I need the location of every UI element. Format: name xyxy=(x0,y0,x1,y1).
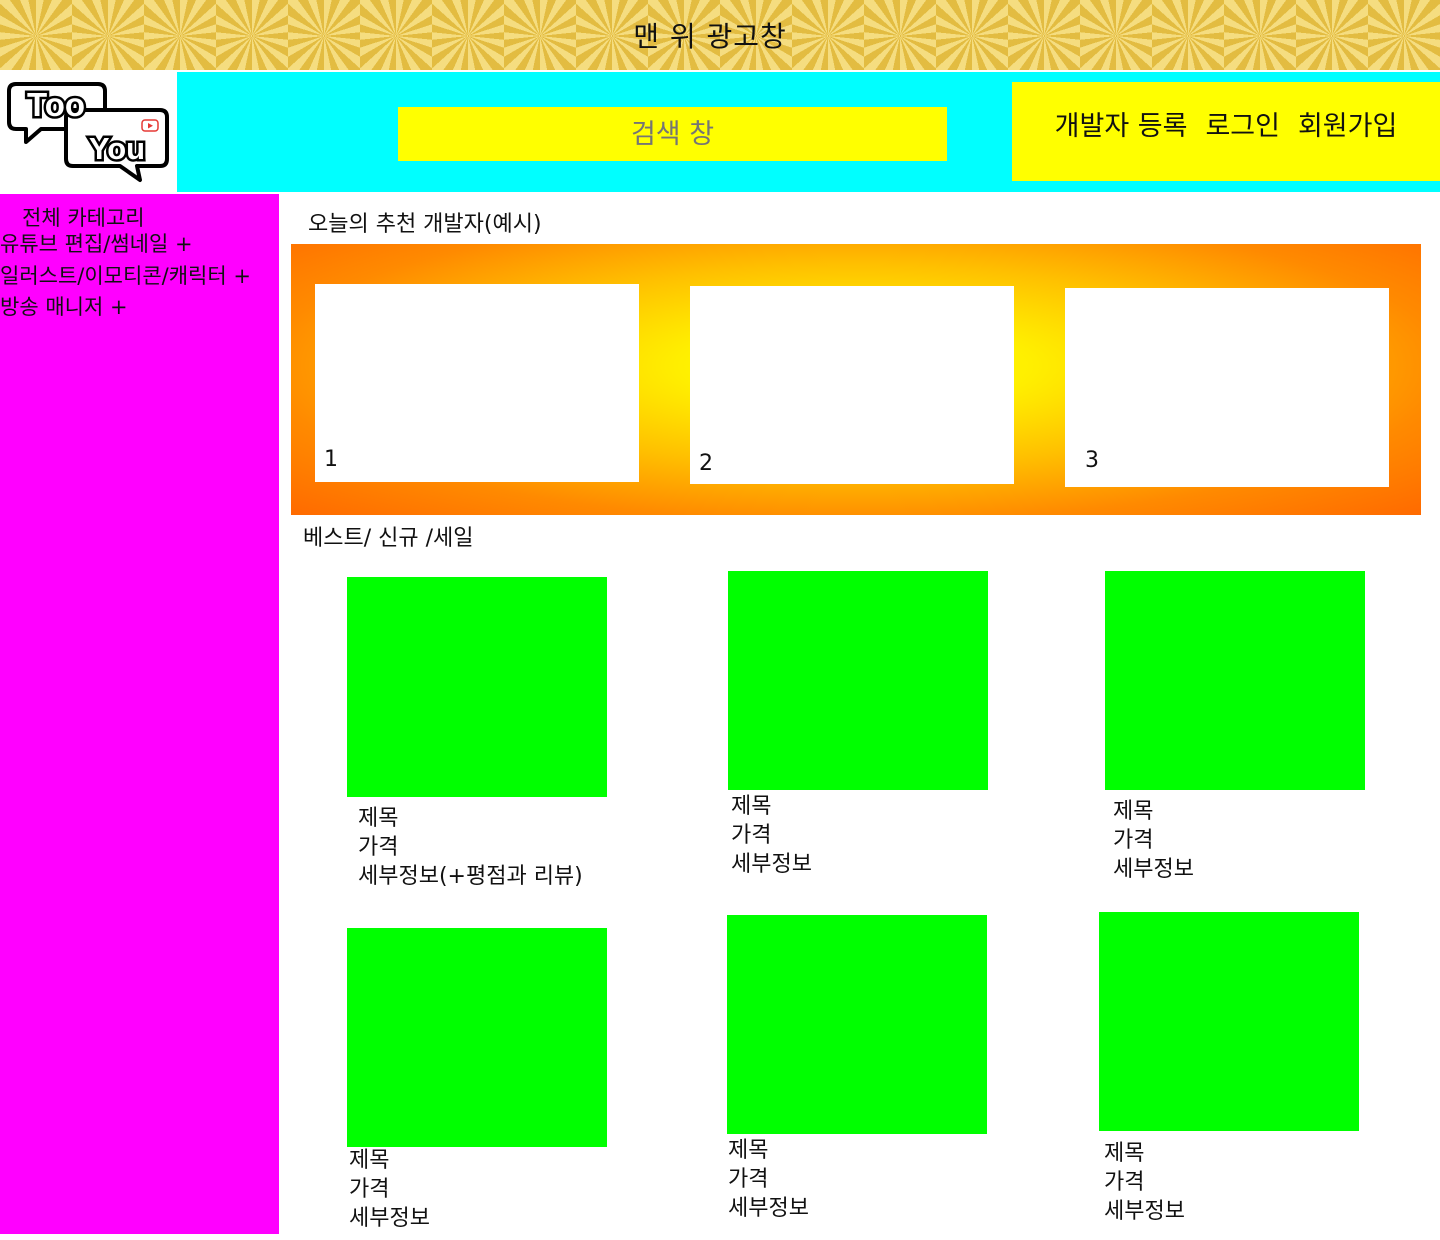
reco-card-1[interactable]: 1 xyxy=(315,284,639,482)
product-info-2: 제목 가격 세부정보 xyxy=(731,792,812,879)
product-detail: 세부정보 xyxy=(1104,1199,1185,1224)
product-detail: 세부정보 xyxy=(731,852,812,877)
product-image-2[interactable] xyxy=(728,571,988,790)
product-title[interactable]: 제목 xyxy=(349,1146,430,1175)
sidebar-item-broadcast-manager[interactable]: 방송 매니저 + xyxy=(0,291,128,321)
logo-text-too: Too xyxy=(27,86,85,123)
product-price: 가격 xyxy=(349,1177,390,1202)
sidebar-item-illustration[interactable]: 일러스트/이모티콘/캐릭터 + xyxy=(0,260,251,290)
search-input[interactable] xyxy=(398,107,947,161)
product-image-4[interactable] xyxy=(347,928,607,1147)
product-title[interactable]: 제목 xyxy=(358,804,583,833)
speech-bubbles-logo-icon: Too You xyxy=(7,82,169,182)
product-title[interactable]: 제목 xyxy=(728,1136,809,1165)
sidebar-item-youtube-edit[interactable]: 유튜브 편집/썸네일 + xyxy=(0,228,193,258)
best-section-title: 베스트/ 신규 /세일 xyxy=(303,526,474,551)
reco-card-2[interactable]: 2 xyxy=(690,286,1014,484)
recommended-title: 오늘의 추천 개발자(예시) xyxy=(308,212,542,237)
product-title[interactable]: 제목 xyxy=(731,792,812,821)
product-detail: 세부정보(+평점과 리뷰) xyxy=(358,864,583,889)
product-price: 가격 xyxy=(1113,828,1154,853)
developer-register-link[interactable]: 개발자 등록 xyxy=(1055,104,1188,143)
product-info-1: 제목 가격 세부정보(+평점과 리뷰) xyxy=(358,804,583,891)
product-detail: 세부정보 xyxy=(349,1206,430,1231)
reco-card-number: 2 xyxy=(699,451,713,476)
product-info-5: 제목 가격 세부정보 xyxy=(728,1136,809,1223)
product-price: 가격 xyxy=(358,835,399,860)
top-ad-banner[interactable]: 맨 위 광고창 xyxy=(0,0,1440,70)
product-price: 가격 xyxy=(728,1167,769,1192)
product-image-1[interactable] xyxy=(347,577,607,797)
product-title[interactable]: 제목 xyxy=(1104,1139,1185,1168)
reco-card-3[interactable]: 3 xyxy=(1065,288,1389,487)
recommended-carousel: 1 2 3 xyxy=(291,244,1421,515)
product-image-3[interactable] xyxy=(1105,571,1365,790)
product-title[interactable]: 제목 xyxy=(1113,797,1194,826)
login-link[interactable]: 로그인 xyxy=(1205,104,1280,143)
ad-banner-text: 맨 위 광고창 xyxy=(633,20,787,53)
auth-menu: 개발자 등록 로그인 회원가입 xyxy=(1012,82,1440,181)
product-price: 가격 xyxy=(1104,1170,1145,1195)
reco-card-number: 1 xyxy=(324,447,338,472)
logo-text-you: You xyxy=(89,131,145,166)
product-price: 가격 xyxy=(731,823,772,848)
product-image-5[interactable] xyxy=(727,915,987,1134)
product-image-6[interactable] xyxy=(1099,912,1359,1131)
signup-link[interactable]: 회원가입 xyxy=(1298,104,1397,143)
product-info-3: 제목 가격 세부정보 xyxy=(1113,797,1194,884)
product-info-6: 제목 가격 세부정보 xyxy=(1104,1139,1185,1226)
product-info-4: 제목 가격 세부정보 xyxy=(349,1146,430,1233)
category-sidebar: 전체 카테고리 유튜브 편집/썸네일 + 일러스트/이모티콘/캐릭터 + 방송 … xyxy=(0,194,279,1234)
reco-card-number: 3 xyxy=(1085,448,1099,473)
site-logo[interactable]: Too You xyxy=(0,72,177,192)
product-detail: 세부정보 xyxy=(728,1196,809,1221)
product-detail: 세부정보 xyxy=(1113,857,1194,882)
